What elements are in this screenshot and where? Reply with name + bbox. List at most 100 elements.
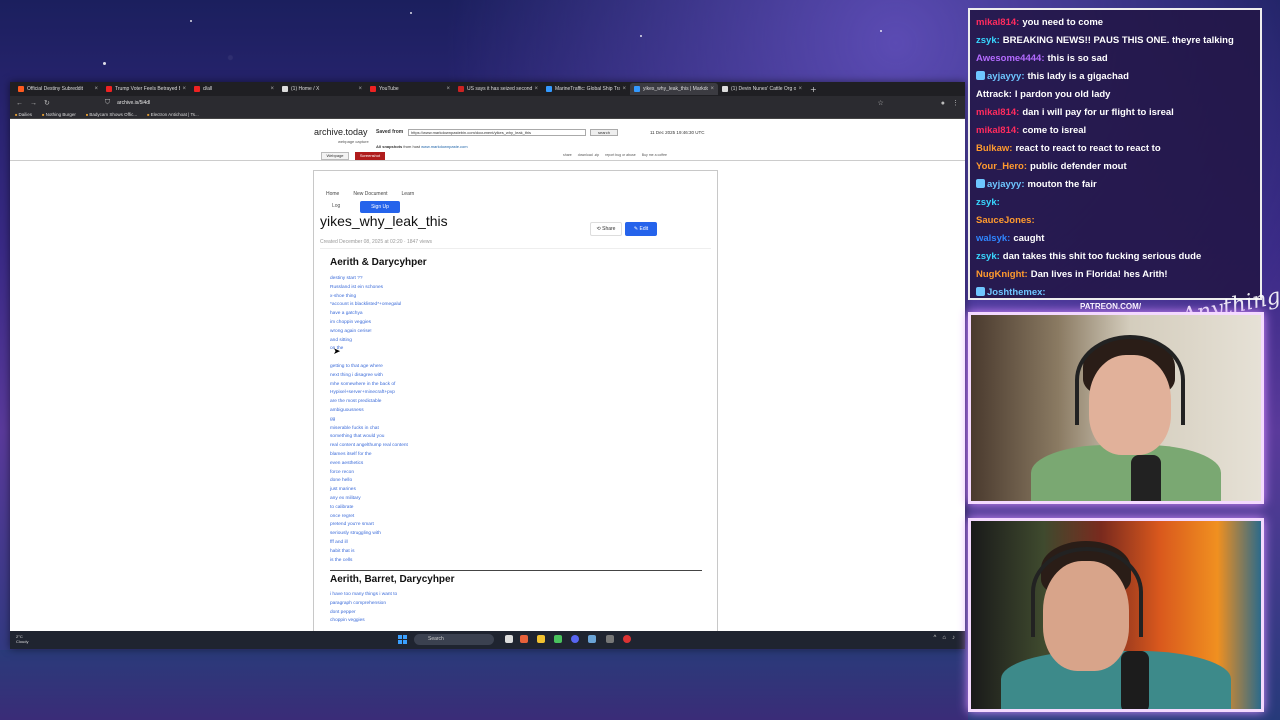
document-line[interactable]: to calibrate — [330, 504, 408, 513]
chat-username[interactable]: zsyk: — [976, 35, 1000, 46]
chat-username[interactable]: Attrack: — [976, 89, 1012, 100]
doc-nav-item[interactable]: Learn — [402, 191, 415, 197]
chat-username[interactable]: mikal814: — [976, 17, 1019, 28]
snapshot-host-link[interactable]: www.markdownpaste.com — [421, 144, 467, 149]
chat-username[interactable]: NugKnight: — [976, 269, 1028, 280]
document-line[interactable]: done hello — [330, 477, 408, 486]
document-line[interactable]: destiny start ?? — [330, 275, 408, 284]
archive-link[interactable]: share — [563, 153, 572, 157]
tab-close-icon[interactable]: × — [446, 86, 450, 92]
search-button[interactable]: search — [590, 129, 618, 136]
document-line[interactable]: any ex military — [330, 495, 408, 504]
archive-logo[interactable]: archive.today — [314, 127, 368, 137]
document-line[interactable]: im choppin veggies — [330, 319, 408, 328]
document-line[interactable]: wrong again cerise! — [330, 328, 408, 337]
new-tab-icon[interactable]: + — [810, 85, 817, 94]
bookmark-item[interactable]: Dailies — [15, 112, 33, 117]
tab-close-icon[interactable]: × — [182, 86, 186, 92]
edit-button[interactable]: ✎ Edit — [625, 222, 657, 236]
browser-tab[interactable]: US says it has seized second ta...× — [454, 83, 542, 95]
document-line[interactable]: paragraph comprehension — [330, 600, 397, 609]
chat-username[interactable]: Joshthemex: — [987, 287, 1046, 298]
document-line[interactable]: on the — [330, 345, 408, 354]
browser-tab[interactable]: Official Destiny Subreddit × — [14, 83, 102, 95]
chat-username[interactable]: Bulkaw: — [976, 143, 1012, 154]
document-line[interactable]: seriously struggling with — [330, 530, 408, 539]
saved-url-input[interactable]: https://www.markdownpastebin.com/documen… — [408, 129, 586, 136]
browser-tab[interactable]: YouTube × — [366, 83, 454, 95]
document-line[interactable]: and sitting — [330, 337, 408, 346]
document-line[interactable]: something that would you — [330, 433, 408, 442]
document-line[interactable] — [330, 354, 408, 363]
star-icon[interactable]: ☆ — [877, 99, 883, 107]
chat-username[interactable]: zsyk: — [976, 251, 1000, 262]
document-line[interactable]: dont pepper — [330, 609, 397, 618]
chat-username[interactable]: Your_Hero: — [976, 161, 1027, 172]
document-line[interactable]: habit that is — [330, 548, 408, 557]
archive-link[interactable]: Buy me a coffee — [642, 153, 667, 157]
browser-tab[interactable]: yikes_why_leak_this | Markdow...× — [630, 83, 718, 95]
browser-tab[interactable]: Trump Voter Feels Betrayed By...× — [102, 83, 190, 95]
chat-username[interactable]: ayjayyy: — [987, 71, 1025, 82]
tab-close-icon[interactable]: × — [358, 86, 362, 92]
chat-username[interactable]: SauceJones: — [976, 215, 1035, 226]
discord-icon[interactable] — [571, 635, 579, 643]
steam-icon[interactable] — [588, 635, 596, 643]
app-icon[interactable] — [554, 635, 562, 643]
document-line[interactable]: *account is blacklisted*+omegalul — [330, 301, 408, 310]
profile-icon[interactable]: ● — [941, 100, 945, 107]
document-line[interactable]: miserable fucks in chat — [330, 425, 408, 434]
document-line[interactable]: just marines — [330, 486, 408, 495]
tab-close-icon[interactable]: × — [94, 86, 98, 92]
weather-widget[interactable]: 2°C Cloudy — [16, 634, 28, 644]
signup-button[interactable]: Sign Up — [360, 201, 400, 213]
volume-icon[interactable]: ♪ — [952, 635, 955, 641]
tab-close-icon[interactable]: × — [622, 86, 626, 92]
forward-icon[interactable]: → — [30, 100, 37, 107]
chat-username[interactable]: walsyk: — [976, 233, 1010, 244]
windows-start-icon[interactable] — [398, 635, 407, 644]
share-button[interactable]: ⟲ Share — [590, 222, 622, 236]
chat-username[interactable]: mikal814: — [976, 125, 1019, 136]
document-line[interactable]: force recon — [330, 469, 408, 478]
document-line[interactable]: Hypixel+server+minecraft+pvp — [330, 389, 408, 398]
bookmark-item[interactable]: Electron Antichoat | Ts... — [147, 112, 199, 117]
menu-icon[interactable]: ⋮ — [952, 99, 959, 107]
login-link[interactable]: Log — [332, 203, 340, 209]
document-line[interactable]: ambiguousness — [330, 407, 408, 416]
document-line[interactable]: Russland ist ein schones — [330, 284, 408, 293]
document-line[interactable]: x-shoe thing — [330, 293, 408, 302]
back-icon[interactable]: ← — [16, 100, 23, 107]
document-line[interactable]: have a gatchya — [330, 310, 408, 319]
doc-nav-item[interactable]: New Document — [353, 191, 387, 197]
document-line[interactable]: i have too many things i want to — [330, 591, 397, 600]
chat-username[interactable]: zsyk: — [976, 197, 1000, 208]
browser-tab[interactable]: MarineTraffic: Global Ship Track...× — [542, 83, 630, 95]
chat-username[interactable]: ayjayyy: — [987, 179, 1025, 190]
tab-screenshot[interactable]: Screenshot — [355, 152, 385, 160]
url-field[interactable]: archive.is/5i4dl — [117, 98, 870, 108]
obs-icon[interactable] — [606, 635, 614, 643]
browser-tab[interactable]: (1) Home / X × — [278, 83, 366, 95]
reload-icon[interactable]: ↻ — [44, 99, 50, 107]
document-line[interactable]: gg — [330, 416, 408, 425]
chrome-icon[interactable] — [623, 635, 631, 643]
archive-link[interactable]: download .zip — [578, 153, 599, 157]
document-line[interactable]: once regret — [330, 513, 408, 522]
document-line[interactable]: fff and ill — [330, 539, 408, 548]
chat-username[interactable]: Awesome4444: — [976, 53, 1044, 64]
document-line[interactable]: real content angelthump real content — [330, 442, 408, 451]
document-line[interactable]: mhe somewhere in the back of — [330, 381, 408, 390]
tab-webpage[interactable]: Webpage — [321, 152, 349, 160]
browser-tab[interactable]: (1) Devin Nunes' Cattle Org on... × — [718, 83, 806, 95]
network-icon[interactable]: ⌂ — [942, 635, 946, 641]
tab-close-icon[interactable]: × — [270, 86, 274, 92]
file-explorer-icon[interactable] — [505, 635, 513, 643]
document-line[interactable]: even aesthetics — [330, 460, 408, 469]
firefox-icon[interactable] — [520, 635, 528, 643]
tab-close-icon[interactable]: × — [534, 86, 538, 92]
browser-tab[interactable]: d/all × — [190, 83, 278, 95]
document-line[interactable]: blames itself for the — [330, 451, 408, 460]
document-line[interactable]: is the cells — [330, 557, 408, 566]
taskbar-search[interactable]: Search — [414, 634, 494, 645]
